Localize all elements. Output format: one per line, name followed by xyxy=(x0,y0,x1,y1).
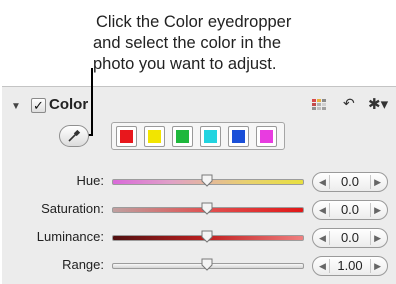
saturation-stepper[interactable]: ◀ 0.0 ▶ xyxy=(312,200,388,220)
hue-stepper[interactable]: ◀ 0.0 ▶ xyxy=(312,172,388,192)
swatch-blue[interactable] xyxy=(228,126,249,147)
callout-line: photo you want to adjust. xyxy=(93,55,277,73)
swatch-yellow[interactable] xyxy=(144,126,165,147)
increment-arrow-icon[interactable]: ▶ xyxy=(374,174,381,190)
saturation-label: Saturation: xyxy=(41,201,104,216)
swatch-fill xyxy=(148,130,161,143)
range-label: Range: xyxy=(62,257,104,272)
enable-checkbox[interactable]: ✓ xyxy=(31,98,46,113)
swatch-fill xyxy=(260,130,273,143)
callout-line: Click the Color eyedropper xyxy=(96,13,292,31)
luminance-label: Luminance: xyxy=(36,229,104,244)
increment-arrow-icon[interactable]: ▶ xyxy=(374,202,381,218)
hue-slider-thumb[interactable] xyxy=(201,174,213,187)
swatch-cyan[interactable] xyxy=(200,126,221,147)
callout-line: and select the color in the xyxy=(93,34,282,52)
luminance-slider-thumb[interactable] xyxy=(201,230,213,243)
eyedropper-icon xyxy=(68,129,81,142)
disclosure-triangle-icon[interactable]: ▼ xyxy=(11,101,21,112)
range-stepper[interactable]: ◀ 1.00 ▶ xyxy=(312,256,388,276)
color-swatch-group xyxy=(111,122,285,150)
panel-title: Color xyxy=(49,96,89,113)
color-grid-icon[interactable] xyxy=(312,99,326,111)
callout-leader-line xyxy=(91,68,93,136)
swatch-fill xyxy=(120,130,133,143)
swatch-green[interactable] xyxy=(172,126,193,147)
gear-icon[interactable]: ✱▾ xyxy=(368,95,388,113)
increment-arrow-icon[interactable]: ▶ xyxy=(374,230,381,246)
swatch-fill xyxy=(204,130,217,143)
hue-label: Hue: xyxy=(76,173,104,188)
callout-text: Click the Color eyedropper and select th… xyxy=(93,12,393,75)
range-slider-thumb[interactable] xyxy=(201,258,213,271)
swatch-fill xyxy=(232,130,245,143)
saturation-slider-thumb[interactable] xyxy=(201,202,213,215)
increment-arrow-icon[interactable]: ▶ xyxy=(374,258,381,274)
luminance-stepper[interactable]: ◀ 0.0 ▶ xyxy=(312,228,388,248)
swatch-fill xyxy=(176,130,189,143)
undo-icon[interactable]: ↶ xyxy=(343,95,355,112)
swatch-magenta[interactable] xyxy=(256,126,277,147)
eyedropper-button[interactable] xyxy=(59,125,89,147)
swatch-red[interactable] xyxy=(116,126,137,147)
